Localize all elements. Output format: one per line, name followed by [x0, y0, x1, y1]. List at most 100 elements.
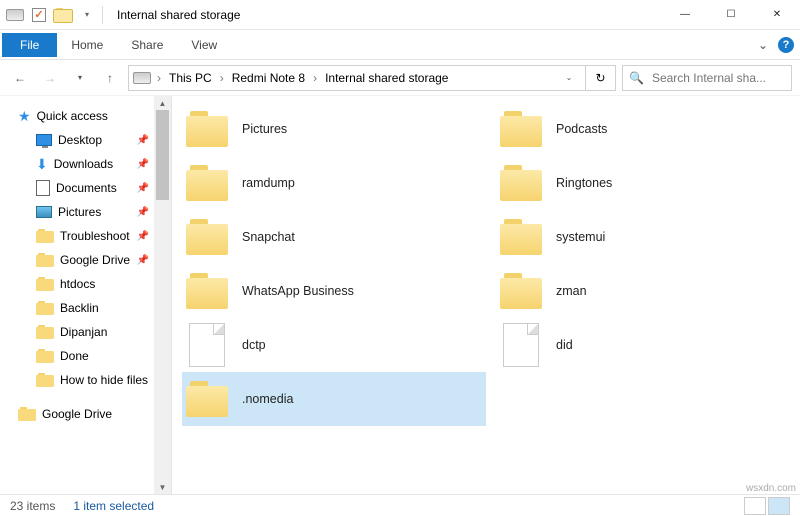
address-dropdown[interactable]: ⌄ — [557, 66, 581, 90]
scroll-thumb[interactable] — [156, 110, 169, 200]
item-label: dctp — [242, 338, 266, 352]
up-button[interactable]: ↑ — [98, 66, 122, 90]
nav-item[interactable]: Pictures 📌 — [0, 200, 171, 224]
search-input[interactable] — [650, 70, 785, 86]
nav-item[interactable]: Google Drive 📌 — [0, 248, 171, 272]
folder-item[interactable]: systemui — [496, 210, 800, 264]
ribbon-expand-icon[interactable]: ⌄ — [758, 38, 768, 52]
qat-check-icon[interactable] — [28, 4, 50, 26]
file-list[interactable]: PicturesPodcasts ramdump Ringtones Snapchat… — [172, 96, 800, 494]
forward-button[interactable]: → — [38, 66, 62, 90]
pin-icon: 📌 — [137, 231, 149, 242]
folder-icon — [186, 381, 228, 417]
qat-folder-icon[interactable] — [52, 4, 74, 26]
item-label: Ringtones — [556, 176, 612, 190]
desktop-icon — [36, 134, 52, 146]
back-button[interactable]: ← — [8, 66, 32, 90]
tab-view[interactable]: View — [177, 30, 231, 60]
status-selected: 1 item selected — [73, 499, 154, 513]
file-icon — [189, 323, 225, 367]
nav-google-drive[interactable]: Google Drive — [0, 402, 171, 426]
nav-item-label: Troubleshoot — [60, 229, 130, 243]
file-tab[interactable]: File — [2, 33, 57, 57]
folder-item[interactable]: WhatsApp Business — [182, 264, 486, 318]
item-label: ramdump — [242, 176, 295, 190]
nav-item-label: htdocs — [60, 277, 95, 291]
pin-icon: 📌 — [137, 135, 149, 146]
scroll-up-icon[interactable]: ▲ — [154, 96, 171, 110]
quick-access-toolbar: ▾ — [0, 4, 109, 26]
file-icon — [503, 323, 539, 367]
window-title: Internal shared storage — [109, 8, 662, 22]
tab-home[interactable]: Home — [57, 30, 117, 60]
nav-item[interactable]: Done — [0, 344, 171, 368]
document-icon — [36, 180, 50, 196]
nav-scrollbar[interactable]: ▲ ▼ — [154, 96, 171, 494]
view-details-button[interactable] — [744, 497, 766, 515]
nav-label: Quick access — [37, 109, 108, 123]
nav-item[interactable]: Documents📌 — [0, 176, 171, 200]
item-label: zman — [556, 284, 587, 298]
download-icon: ⬇ — [36, 156, 48, 173]
pin-icon: 📌 — [137, 183, 149, 194]
folder-item[interactable]: ramdump — [182, 156, 486, 210]
folder-item[interactable]: Pictures — [182, 102, 486, 156]
nav-item[interactable]: Backlin — [0, 296, 171, 320]
folder-icon — [36, 229, 54, 243]
folder-item[interactable]: Snapchat — [182, 210, 486, 264]
recent-dropdown[interactable]: ▾ — [68, 66, 92, 90]
folder-icon — [36, 277, 54, 291]
chevron-right-icon[interactable]: › — [311, 71, 319, 85]
nav-label: Google Drive — [42, 407, 112, 421]
file-item[interactable]: dctp — [182, 318, 486, 372]
nav-item-label: Google Drive — [60, 253, 130, 267]
folder-icon — [500, 273, 542, 309]
chevron-right-icon[interactable]: › — [218, 71, 226, 85]
nav-item[interactable]: Troubleshoot 📌 — [0, 224, 171, 248]
folder-icon — [36, 253, 54, 267]
folder-icon — [500, 219, 542, 255]
close-button[interactable]: ✕ — [754, 0, 800, 30]
file-item[interactable]: did — [496, 318, 800, 372]
nav-item[interactable]: ⬇Downloads📌 — [0, 152, 171, 176]
folder-icon — [36, 373, 54, 387]
folder-icon — [186, 219, 228, 255]
nav-item-label: How to hide files — [60, 373, 148, 387]
folder-item[interactable]: Ringtones — [496, 156, 800, 210]
folder-item[interactable]: Podcasts — [496, 102, 800, 156]
qat-dropdown[interactable]: ▾ — [76, 4, 98, 26]
folder-item[interactable]: zman — [496, 264, 800, 318]
folder-icon — [18, 407, 36, 421]
nav-quick-access[interactable]: ★ Quick access — [0, 104, 171, 128]
nav-item[interactable]: How to hide files — [0, 368, 171, 392]
ribbon: File Home Share View ⌄ ? — [0, 30, 800, 60]
crumb-device[interactable]: Redmi Note 8 — [228, 66, 309, 90]
item-label: did — [556, 338, 573, 352]
item-label: systemui — [556, 230, 605, 244]
nav-item[interactable]: htdocs — [0, 272, 171, 296]
nav-item-label: Done — [60, 349, 89, 363]
pin-icon: 📌 — [137, 255, 149, 266]
folder-item[interactable]: .nomedia — [182, 372, 486, 426]
nav-item-label: Pictures — [58, 205, 101, 219]
nav-item[interactable]: Desktop📌 — [0, 128, 171, 152]
view-tiles-button[interactable] — [768, 497, 790, 515]
search-icon: 🔍 — [629, 71, 644, 85]
refresh-button[interactable]: ↻ — [586, 65, 616, 91]
nav-item[interactable]: Dipanjan — [0, 320, 171, 344]
maximize-button[interactable]: ☐ — [708, 0, 754, 30]
minimize-button[interactable]: — — [662, 0, 708, 30]
breadcrumb-bar[interactable]: › This PC › Redmi Note 8 › Internal shar… — [128, 65, 586, 91]
nav-item-label: Dipanjan — [60, 325, 107, 339]
crumb-location[interactable]: Internal shared storage — [321, 66, 452, 90]
crumb-this-pc[interactable]: This PC — [165, 66, 216, 90]
title-bar: ▾ Internal shared storage — ☐ ✕ — [0, 0, 800, 30]
chevron-right-icon[interactable]: › — [155, 71, 163, 85]
pin-icon: 📌 — [137, 207, 149, 218]
status-bar: 23 items 1 item selected — [0, 494, 800, 516]
tab-share[interactable]: Share — [117, 30, 177, 60]
scroll-down-icon[interactable]: ▼ — [154, 480, 171, 494]
search-box[interactable]: 🔍 — [622, 65, 792, 91]
help-icon[interactable]: ? — [778, 37, 794, 53]
status-count: 23 items — [10, 499, 55, 513]
